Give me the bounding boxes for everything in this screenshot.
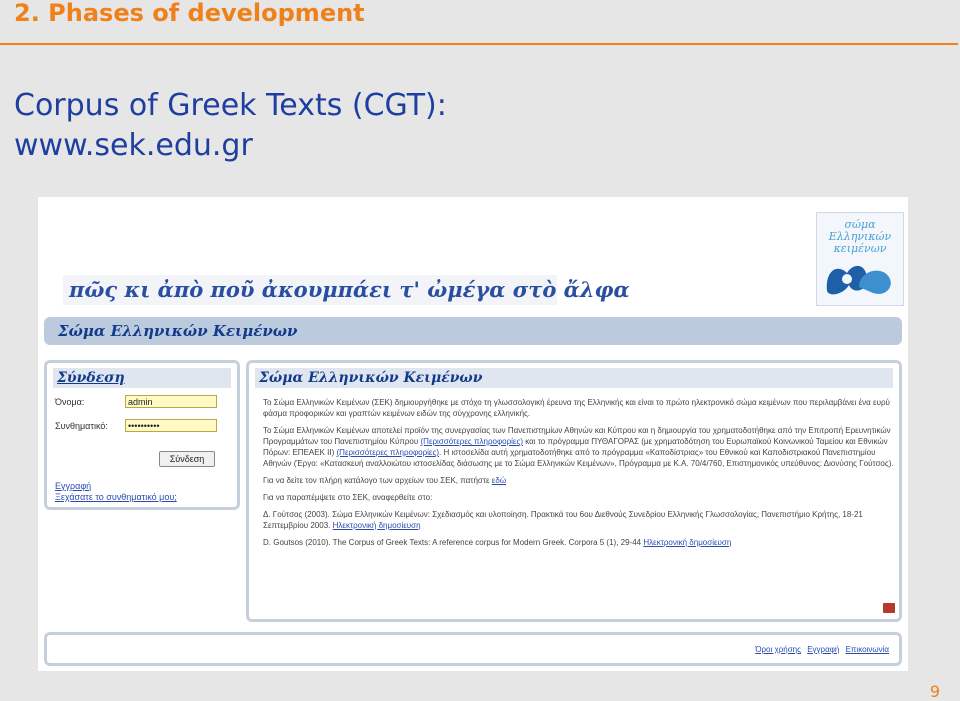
site-footer: Όροι χρήσης Εγγραφή Επικοινωνία <box>44 632 902 666</box>
rss-icon[interactable] <box>883 603 895 613</box>
page-number: 9 <box>929 682 940 701</box>
reference-2-link[interactable]: Ηλεκτρονική δημοσίευση <box>643 538 731 547</box>
login-panel: Σύνδεση Όνομα: admin Συνθηματικό: ••••••… <box>44 360 240 510</box>
reference-1: Δ. Γούτσος (2003). Σώμα Ελληνικών Κειμέν… <box>263 510 863 530</box>
slide-title: 2. Phases of development <box>14 0 365 27</box>
site-motto: πῶς κι ἀπὸ ποῦ ἀκουμπάει τ' ὠμέγα στὸ ἄλ… <box>63 275 630 305</box>
footer-links: Όροι χρήσης Εγγραφή Επικοινωνία <box>751 645 889 654</box>
title-divider <box>0 43 958 45</box>
login-button[interactable]: Σύνδεση <box>159 451 215 467</box>
terms-link[interactable]: Όροι χρήσης <box>755 645 801 654</box>
password-label: Συνθηματικό: <box>55 421 108 431</box>
catalog-paragraph: Για να δείτε τον πλήρη κατάλογο των αρχε… <box>263 476 507 485</box>
logo-text: σώμα Ελληνικών κειμένων <box>828 218 892 255</box>
reference-2: D. Goutsos (2010). The Corpus of Greek T… <box>263 538 732 547</box>
main-content-panel: Σώμα Ελληνικών Κειμένων Το Σώμα Ελληνικώ… <box>246 360 902 622</box>
site-subheader: Σώμα Ελληνικών Κειμένων <box>44 317 902 345</box>
more-info-link[interactable]: (Περισσότερες πληροφορίες) <box>421 437 524 446</box>
intro-paragraph: Το Σώμα Ελληνικών Κειμένων (ΣΕΚ) δημιουρ… <box>263 398 890 418</box>
reference-1-link[interactable]: Ηλεκτρονική δημοσίευση <box>333 521 421 530</box>
footer-register-link[interactable]: Εγγραφή <box>807 645 839 654</box>
corpus-heading: Corpus of Greek Texts (CGT): <box>14 88 447 123</box>
sek-logo: σώμα Ελληνικών κειμένων <box>816 212 904 306</box>
username-input[interactable]: admin <box>125 395 217 408</box>
more-info-link-2[interactable]: (Περισσότερες πληροφορίες) <box>337 448 440 457</box>
main-title: Σώμα Ελληνικών Κειμένων <box>255 368 893 388</box>
website-screenshot: πῶς κι ἀπὸ ποῦ ἀκουμπάει τ' ὠμέγα στὸ ἄλ… <box>38 197 908 671</box>
password-input[interactable]: •••••••••• <box>125 419 217 432</box>
omega-alpha-logo-icon <box>826 265 891 295</box>
catalog-link[interactable]: εδώ <box>492 476 506 485</box>
corpus-url[interactable]: www.sek.edu.gr <box>14 128 253 163</box>
funding-paragraph: Το Σώμα Ελληνικών Κειμένων αποτελεί προϊ… <box>263 426 894 468</box>
username-label: Όνομα: <box>55 397 85 407</box>
register-link[interactable]: Εγγραφή <box>55 481 91 491</box>
site-banner: πῶς κι ἀπὸ ποῦ ἀκουμπάει τ' ὠμέγα στὸ ἄλ… <box>48 197 908 317</box>
cite-paragraph: Για να παραπέμψετε στο ΣΕΚ, αναφερθείτε … <box>263 493 433 502</box>
contact-link[interactable]: Επικοινωνία <box>846 645 889 654</box>
login-title: Σύνδεση <box>53 368 231 388</box>
main-body: Το Σώμα Ελληνικών Κειμένων (ΣΕΚ) δημιουρ… <box>263 397 895 554</box>
forgot-password-link[interactable]: Ξεχάσατε το συνθηματικό μου; <box>55 492 177 502</box>
